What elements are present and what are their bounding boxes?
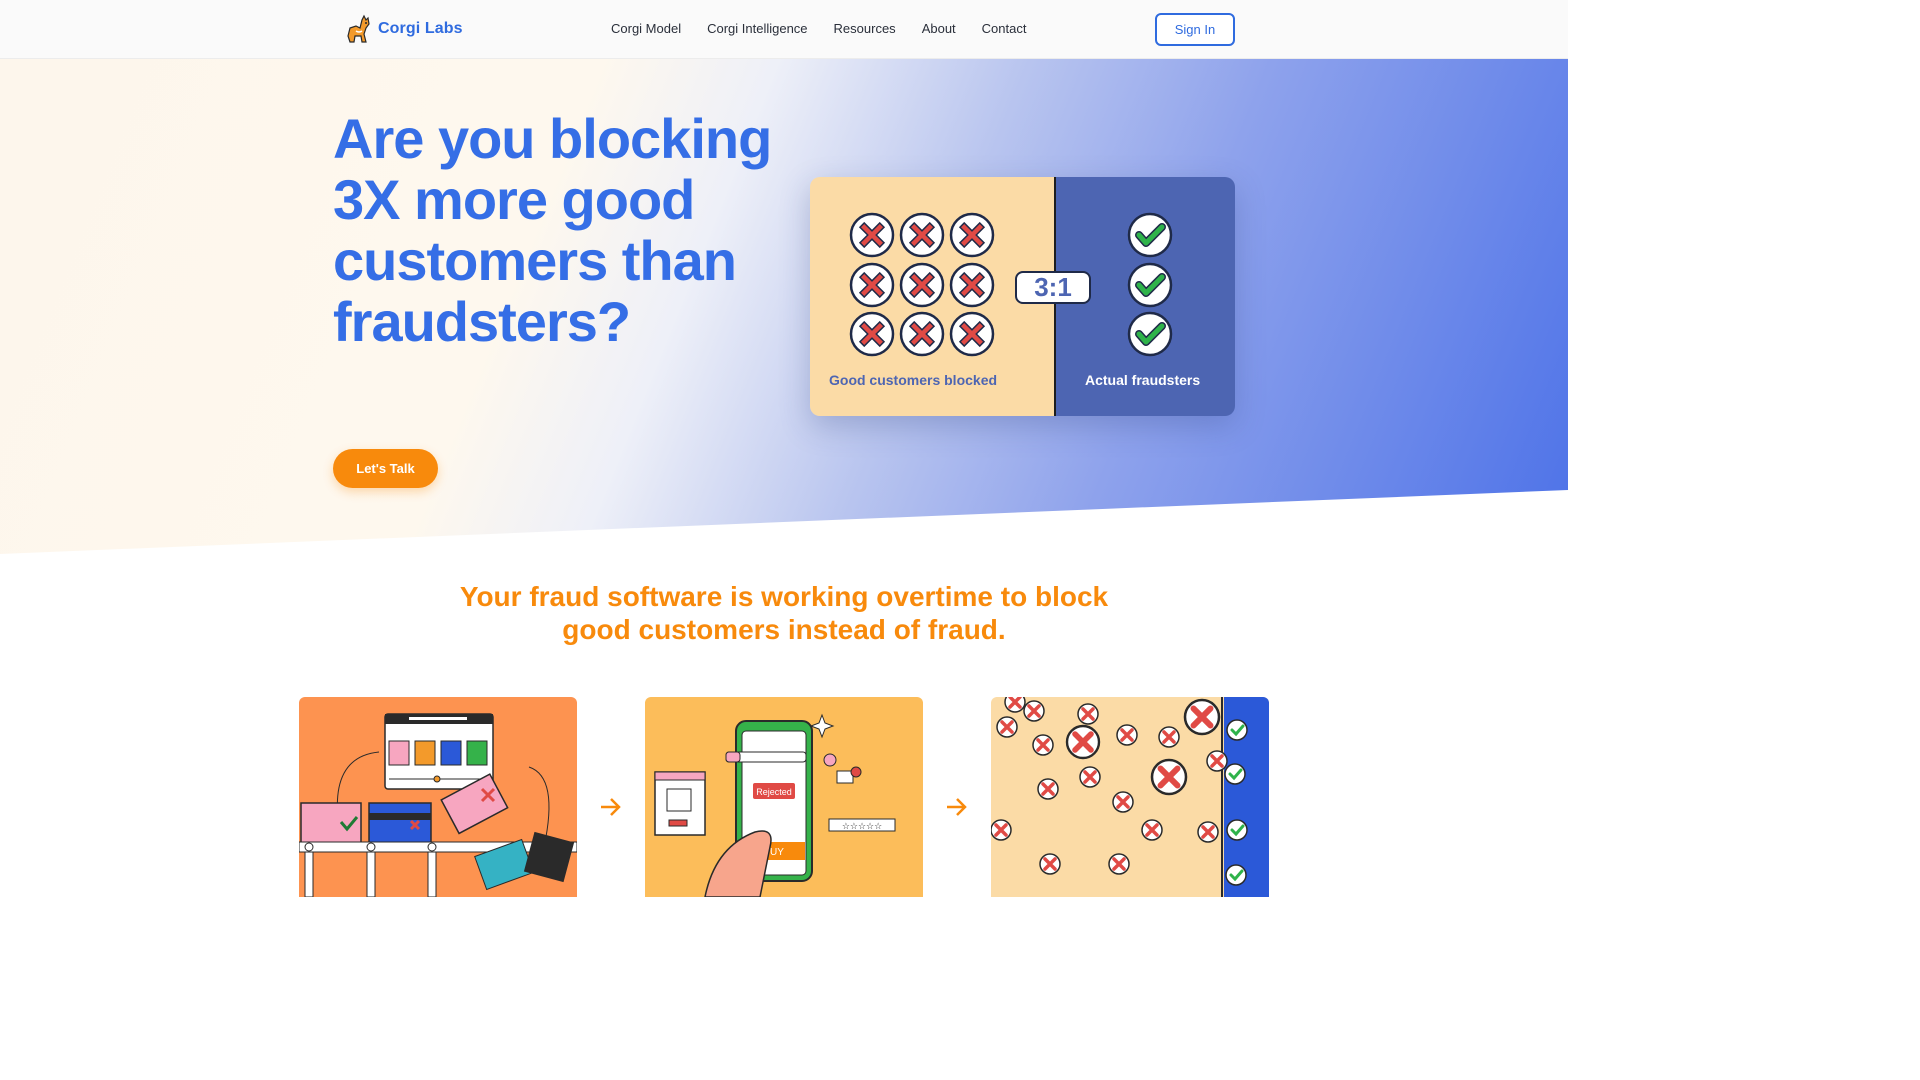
nav-links: Corgi Model Corgi Intelligence Resources… <box>611 21 1026 36</box>
check-mark-icon <box>1129 264 1171 306</box>
nav-link-corgi-intelligence[interactable]: Corgi Intelligence <box>707 21 807 36</box>
sign-in-button[interactable]: Sign In <box>1155 13 1235 46</box>
nav-link-corgi-model[interactable]: Corgi Model <box>611 21 681 36</box>
x-mark-icon <box>849 212 895 258</box>
check-mark-icon <box>1129 214 1171 256</box>
x-mark-icon <box>849 262 895 308</box>
rejected-badge: Rejected <box>756 787 792 797</box>
x-mark-icon <box>949 262 995 308</box>
nav-link-resources[interactable]: Resources <box>834 21 896 36</box>
x-mark-icon <box>899 262 945 308</box>
panel-blocked-vs-fraud <box>991 697 1269 897</box>
section-tagline: Your fraud software is working overtime … <box>459 581 1109 645</box>
x-mark-icon <box>949 311 995 357</box>
good-customers-label: Good customers blocked <box>829 372 998 388</box>
x-mark-icon <box>849 311 895 357</box>
phone-rejected-illustration: Rejected UY ☆☆☆☆☆ <box>654 713 896 897</box>
buy-button-text: UY <box>770 847 784 858</box>
hero-title: Are you blocking 3X more good customers … <box>333 107 772 353</box>
right-arrow-icon <box>601 798 621 816</box>
x-mark-icon <box>899 212 945 258</box>
nav-link-contact[interactable]: Contact <box>982 21 1027 36</box>
panel-phone-illustration: Rejected UY ☆☆☆☆☆ <box>645 697 923 897</box>
blocked-vs-fraud-illustration <box>991 697 1269 897</box>
corgi-logo-icon <box>347 14 370 43</box>
nav-link-about[interactable]: About <box>922 21 956 36</box>
ratio-illustration-card: 3:1 Good customers blocked Actual frauds… <box>810 177 1235 416</box>
right-arrow-icon <box>947 798 967 816</box>
x-mark-icon <box>949 212 995 258</box>
logo-text: Corgi Labs <box>378 20 463 37</box>
lets-talk-button[interactable]: Let's Talk <box>333 449 438 488</box>
shopping-cards-illustration <box>299 713 577 897</box>
fraudsters-label: Actual fraudsters <box>1085 372 1201 388</box>
top-navbar: Corgi Labs Corgi Model Corgi Intelligenc… <box>0 0 1568 59</box>
svg-text:☆☆☆☆☆: ☆☆☆☆☆ <box>842 822 882 832</box>
panel-shopping-illustration <box>299 697 577 897</box>
hero-section <box>0 59 1568 554</box>
x-mark-icon <box>899 311 945 357</box>
ratio-badge: 3:1 <box>1015 271 1091 304</box>
check-mark-icon <box>1129 313 1171 355</box>
logo[interactable]: Corgi Labs <box>344 14 463 44</box>
